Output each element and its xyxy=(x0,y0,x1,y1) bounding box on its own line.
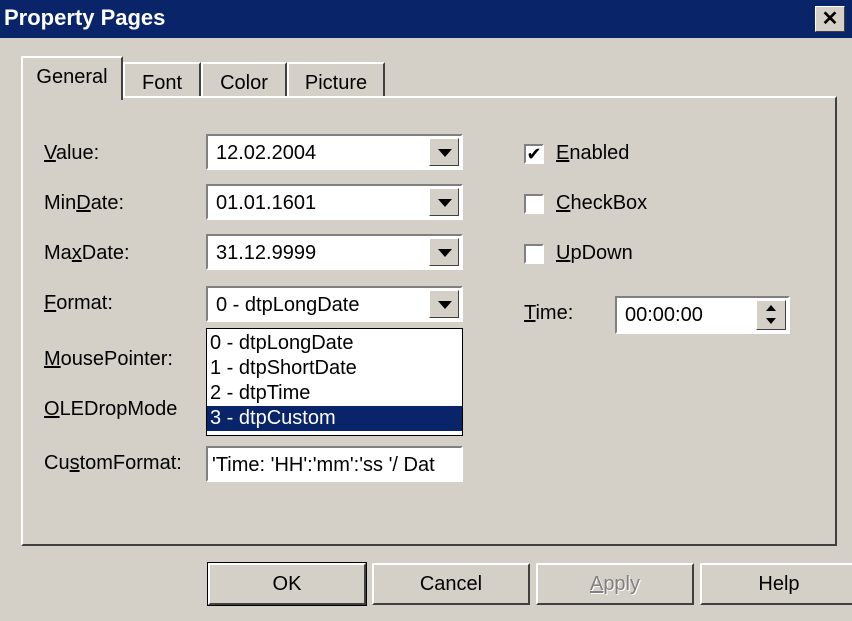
time-label: Time: xyxy=(524,302,574,324)
enabled-label[interactable]: Enabled xyxy=(556,142,629,165)
chevron-down-icon xyxy=(438,249,452,257)
customformat-input[interactable]: 'Time: 'HH':'mm':'ss '/ Dat xyxy=(206,446,463,482)
oledropmode-label: OLEDropMode xyxy=(44,398,178,420)
customformat-label: CustomFormat: xyxy=(44,452,182,474)
chevron-down-icon xyxy=(438,301,452,309)
value-text: 12.02.2004 xyxy=(216,142,317,164)
format-option[interactable]: 0 - dtpLongDate xyxy=(207,331,462,356)
checkbox-checkbox[interactable] xyxy=(524,194,544,214)
format-option-selected[interactable]: 3 - dtpCustom xyxy=(207,406,462,431)
format-label: Format: xyxy=(44,292,113,314)
tab-font-label: Font xyxy=(141,72,183,94)
format-dropdown-button[interactable] xyxy=(429,290,459,318)
format-option[interactable]: 1 - dtpShortDate xyxy=(207,356,462,381)
chevron-down-icon xyxy=(438,149,452,157)
close-button[interactable]: ✕ xyxy=(815,6,845,32)
updown-checkbox[interactable] xyxy=(524,244,544,264)
spin-down-icon[interactable] xyxy=(766,318,776,324)
updown-label[interactable]: UpDown xyxy=(556,242,633,265)
enabled-checkbox[interactable]: ✔ xyxy=(524,144,544,164)
tab-general-label: General xyxy=(36,66,108,88)
mindate-label: MinDate: xyxy=(44,192,125,214)
customformat-text: 'Time: 'HH':'mm':'ss '/ Dat xyxy=(212,454,435,476)
spin-up-icon[interactable] xyxy=(766,305,776,311)
checkbox-label[interactable]: CheckBox xyxy=(556,192,647,215)
window-title: Property Pages xyxy=(4,5,166,30)
mousepointer-label: MousePointer: xyxy=(44,348,173,370)
ok-button[interactable]: OK xyxy=(207,562,367,606)
format-text: 0 - dtpLongDate xyxy=(216,294,360,316)
mindate-dropdown-button[interactable] xyxy=(429,188,459,216)
mindate-text: 01.01.1601 xyxy=(216,192,317,214)
mindate-combo[interactable]: 01.01.1601 xyxy=(206,184,463,220)
checkmark-icon: ✔ xyxy=(526,144,542,164)
close-icon: ✕ xyxy=(821,8,839,30)
tab-picture[interactable]: Picture xyxy=(287,62,385,100)
maxdate-label: MaxDate: xyxy=(44,242,130,264)
chevron-down-icon xyxy=(438,199,452,207)
apply-button[interactable]: Apply xyxy=(536,563,694,605)
property-pages-dialog: Property Pages ✕ General Font Color Pict… xyxy=(0,0,852,621)
time-text: 00:00:00 xyxy=(625,304,703,326)
tab-font[interactable]: Font xyxy=(123,62,201,100)
title-bar: Property Pages ✕ xyxy=(0,0,852,38)
tab-general[interactable]: General xyxy=(21,56,123,100)
format-option[interactable]: 2 - dtpTime xyxy=(207,381,462,406)
tab-picture-label: Picture xyxy=(304,72,368,94)
format-dropdown-list: 0 - dtpLongDate 1 - dtpShortDate 2 - dtp… xyxy=(206,328,463,436)
value-dropdown-button[interactable] xyxy=(429,138,459,166)
time-input[interactable]: 00:00:00 xyxy=(615,296,790,334)
tab-color-label: Color xyxy=(220,72,268,94)
maxdate-dropdown-button[interactable] xyxy=(429,238,459,266)
time-spinner[interactable] xyxy=(756,300,786,330)
tab-color[interactable]: Color xyxy=(201,62,287,100)
format-combo[interactable]: 0 - dtpLongDate xyxy=(206,286,463,322)
maxdate-text: 31.12.9999 xyxy=(216,242,317,264)
value-combo[interactable]: 12.02.2004 xyxy=(206,134,463,170)
help-button[interactable]: Help xyxy=(700,563,852,605)
value-label: Value: xyxy=(44,142,100,164)
maxdate-combo[interactable]: 31.12.9999 xyxy=(206,234,463,270)
cancel-button[interactable]: Cancel xyxy=(372,563,530,605)
